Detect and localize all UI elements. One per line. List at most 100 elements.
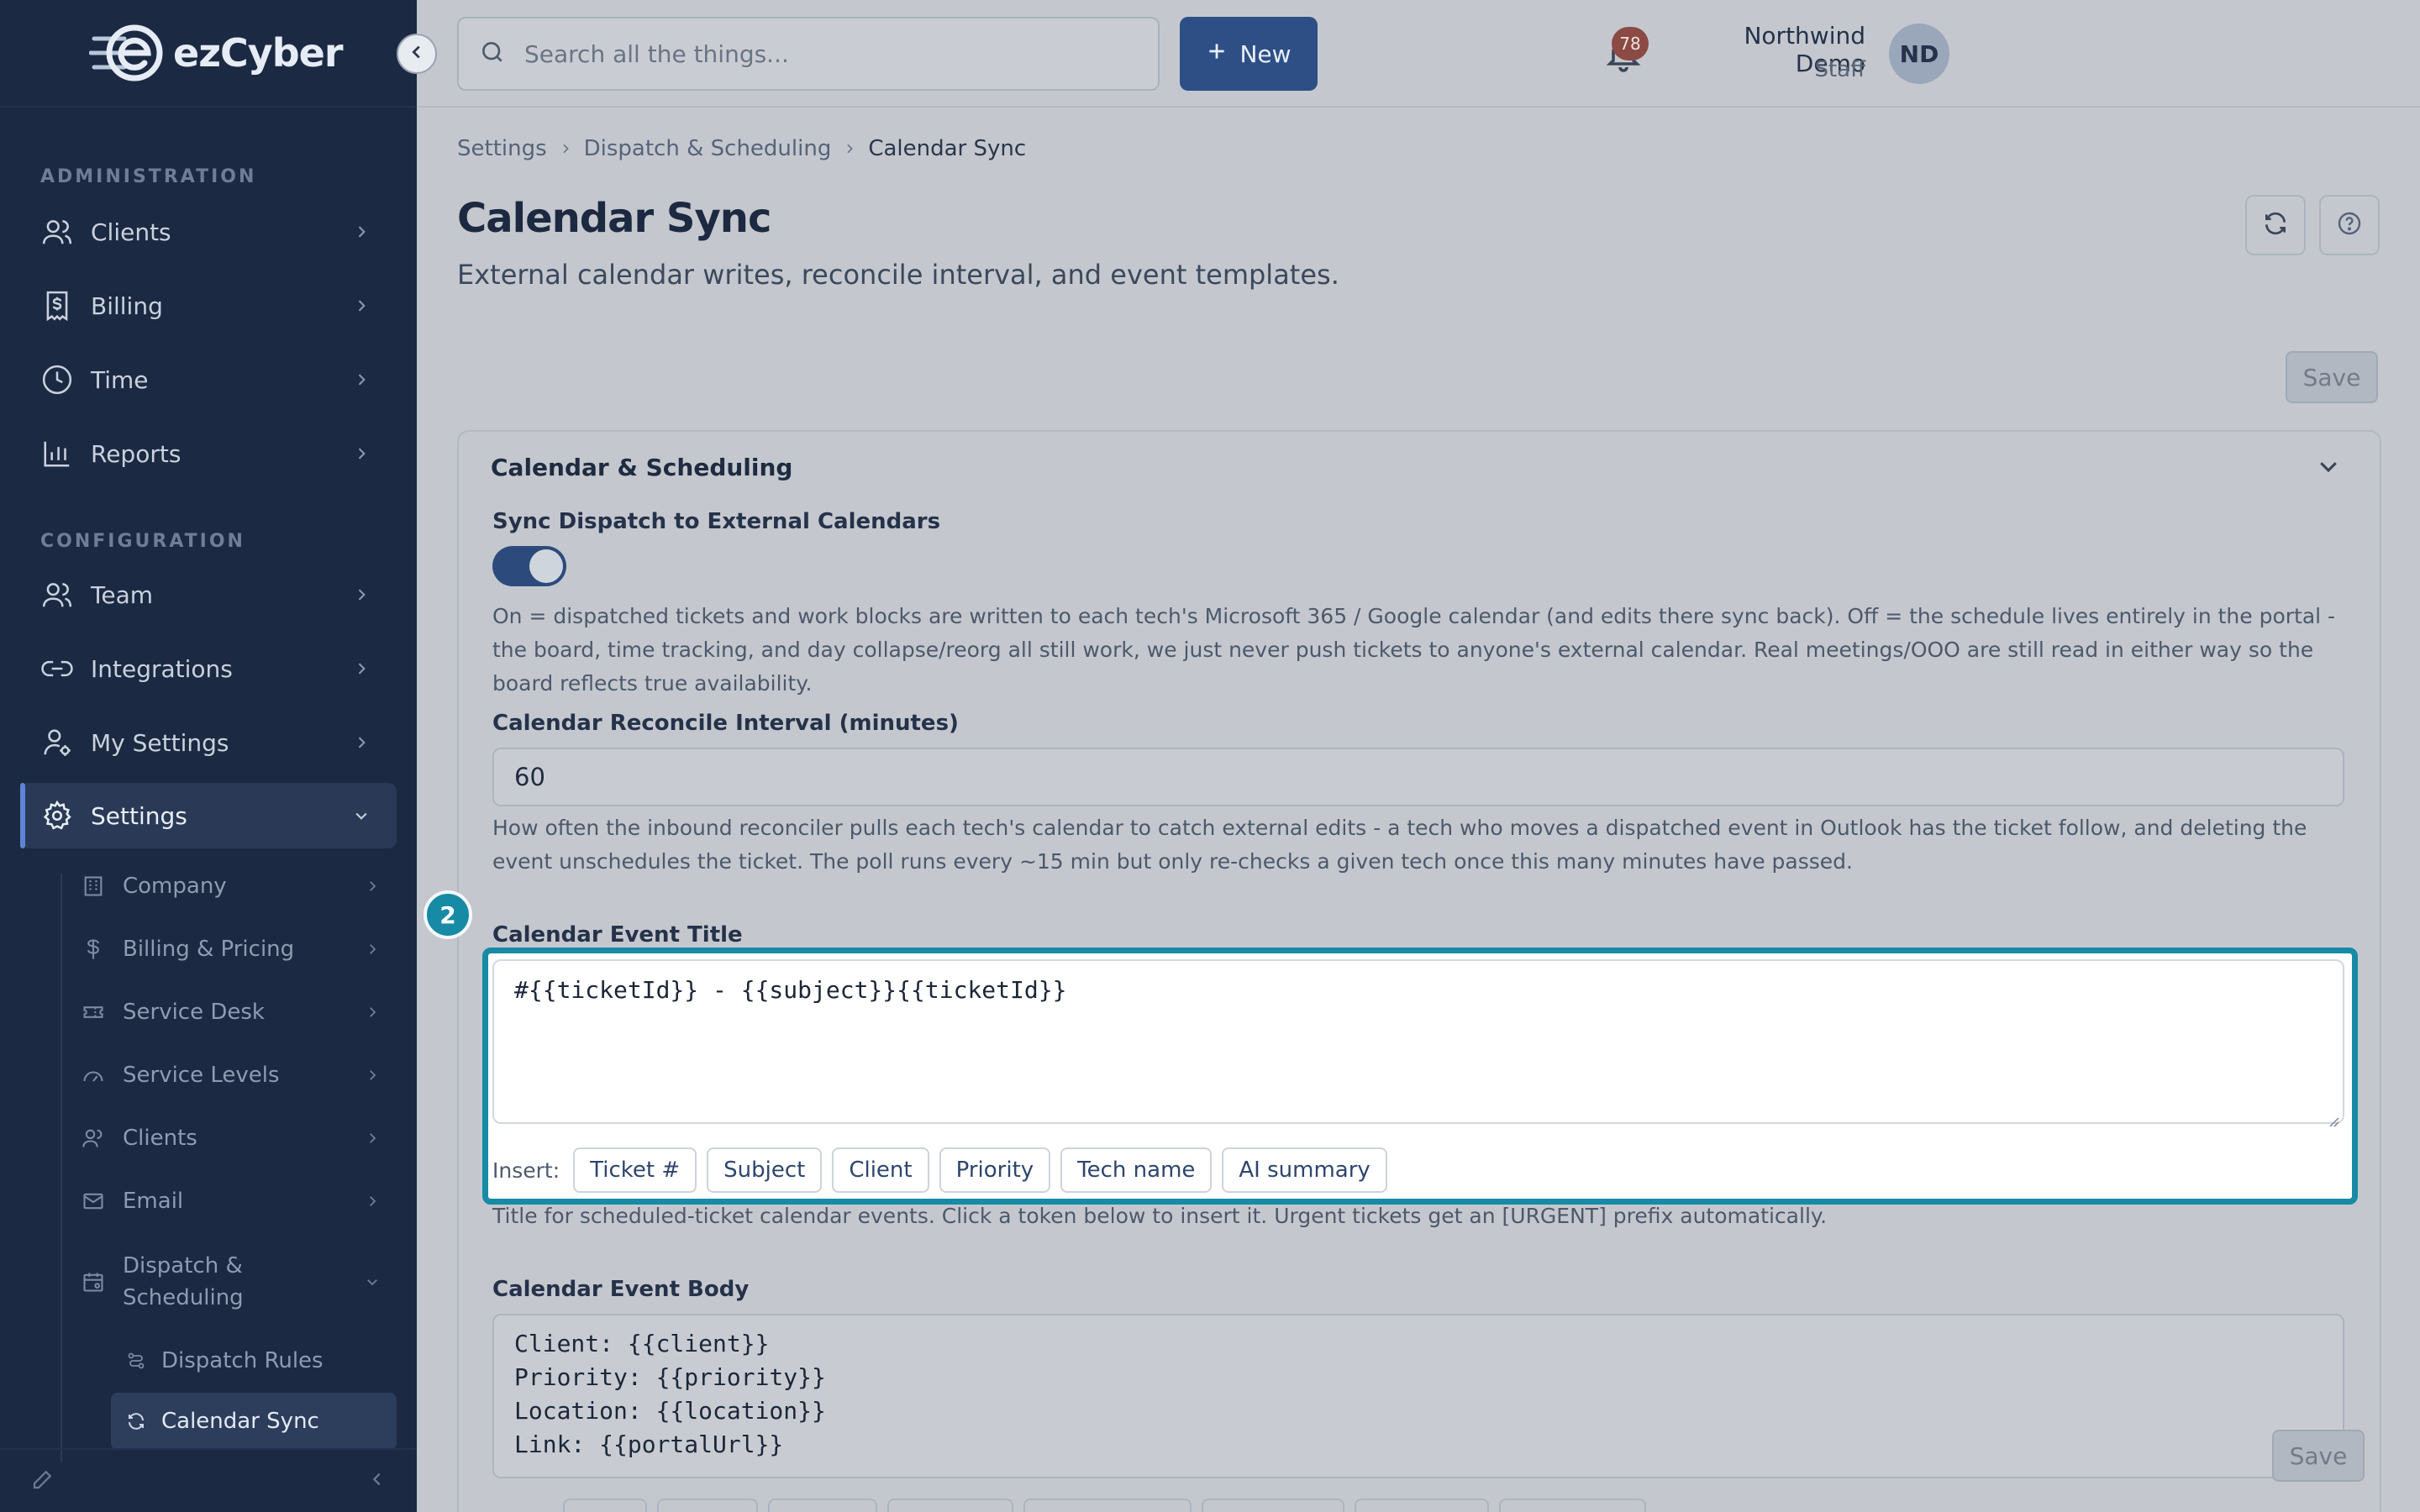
section-label-configuration: CONFIGURATION [40, 531, 245, 552]
chevron-down-icon [350, 804, 373, 827]
breadcrumb: Settings Dispatch & Scheduling Calendar … [457, 136, 1026, 161]
sidebar-item-reports[interactable]: Reports [20, 421, 397, 486]
reconcile-interval-input[interactable]: 60 [492, 748, 2344, 806]
sidebar-item-label: Clients [91, 218, 171, 246]
collapse-sidebar-icon[interactable] [368, 1470, 387, 1492]
sync-dispatch-help: On = dispatched tickets and work blocks … [492, 604, 2336, 696]
token-priority[interactable]: Priority [939, 1147, 1051, 1193]
sidebar-toggle-button[interactable] [397, 34, 437, 74]
sidebar-subitem-dispatch-scheduling[interactable]: Dispatch & Scheduling [60, 1247, 397, 1317]
token-chip[interactable] [1202, 1499, 1344, 1512]
sidebar-item-integrations[interactable]: Integrations [20, 636, 397, 701]
token-ticket-number[interactable]: Ticket # [573, 1147, 697, 1193]
chevron-right-icon [350, 368, 373, 391]
token-chip[interactable] [887, 1499, 1013, 1512]
chevron-right-icon [361, 875, 383, 897]
sidebar-item-time[interactable]: Time [20, 347, 397, 412]
token-chip[interactable] [657, 1499, 758, 1512]
chevron-right-icon [350, 731, 373, 754]
gauge-icon [81, 1063, 106, 1088]
logo-mark-icon [88, 22, 170, 84]
sidebar-subitem-email[interactable]: Email [60, 1172, 397, 1231]
token-chip[interactable] [1023, 1499, 1192, 1512]
chevron-right-icon [361, 1001, 383, 1023]
sidebar-item-team[interactable]: Team [20, 562, 397, 627]
chevron-left-icon [408, 43, 426, 65]
step-marker: 2 [424, 890, 472, 939]
save-button[interactable]: Save [2286, 351, 2378, 403]
edit-icon[interactable] [30, 1467, 55, 1495]
sidebar-subitem-company[interactable]: Company [60, 857, 397, 916]
sidebar-subitem-calendar-sync[interactable]: Calendar Sync [111, 1393, 397, 1450]
sync-dispatch-toggle[interactable] [492, 546, 566, 586]
chevron-right-icon [350, 220, 373, 244]
sidebar-item-label: Team [91, 580, 154, 609]
user-role: Staff [1814, 57, 1865, 82]
sidebar-item-label: Billing [91, 291, 163, 320]
sidebar-subitem-label: Company [123, 874, 227, 899]
refresh-button[interactable] [2245, 195, 2306, 255]
section-label-administration: ADMINISTRATION [40, 166, 257, 187]
billing-icon [40, 289, 74, 323]
search-input[interactable] [524, 39, 1113, 68]
token-chip[interactable] [563, 1499, 647, 1512]
event-body-label: Calendar Event Body [492, 1277, 750, 1302]
insert-label: Insert: [492, 1158, 560, 1183]
sidebar-subitem-service-desk[interactable]: Service Desk [60, 983, 397, 1042]
breadcrumb-current: Calendar Sync [868, 136, 1027, 161]
event-title-textarea[interactable]: #{{ticketId}} - {{subject}}{{ticketId}} [492, 959, 2344, 1127]
sidebar-subitem-dispatch-rules[interactable]: Dispatch Rules [111, 1332, 397, 1389]
help-button[interactable] [2319, 195, 2380, 255]
collapse-card-chevron-icon[interactable] [2316, 454, 2341, 479]
card-title: Calendar & Scheduling [491, 454, 793, 481]
calendar-icon [81, 1269, 106, 1294]
sync-icon [124, 1410, 148, 1433]
divider [0, 106, 417, 108]
sidebar-item-clients[interactable]: Clients [20, 199, 397, 265]
event-body-textarea[interactable]: Client: {{client}} Priority: {{priority}… [492, 1314, 2344, 1478]
chevron-right-icon [350, 657, 373, 680]
breadcrumb-dispatch-scheduling[interactable]: Dispatch & Scheduling [584, 136, 832, 161]
active-indicator [20, 783, 25, 848]
token-ai-summary[interactable]: AI summary [1222, 1147, 1387, 1193]
chevron-right-icon [361, 1064, 383, 1086]
new-button[interactable]: New [1180, 17, 1318, 91]
sidebar-subitem-billing-pricing[interactable]: Billing & Pricing [60, 920, 397, 979]
user-gear-icon [40, 726, 74, 759]
token-tech-name[interactable]: Tech name [1060, 1147, 1213, 1193]
sidebar-subitem-service-levels[interactable]: Service Levels [60, 1046, 397, 1105]
notification-count-badge: 78 [1612, 27, 1649, 60]
event-title-help: Title for scheduled-ticket calendar even… [492, 1204, 1828, 1228]
route-icon [124, 1349, 148, 1373]
sidebar-subitem-label: Service Desk [123, 1000, 265, 1025]
sync-dispatch-label: Sync Dispatch to External Calendars [492, 509, 941, 534]
sidebar-subitem-label: Dispatch & Scheduling [123, 1253, 244, 1310]
plus-icon [1206, 40, 1228, 68]
sidebar-subitem-clients[interactable]: Clients [60, 1109, 397, 1168]
sidebar-item-my-settings[interactable]: My Settings [20, 710, 397, 775]
token-client[interactable]: Client [832, 1147, 929, 1193]
resize-grip-icon[interactable] [2326, 1105, 2339, 1127]
team-icon [40, 578, 74, 612]
chevron-right-icon [361, 938, 383, 960]
event-body-token-row [563, 1499, 1646, 1512]
sidebar-item-settings[interactable]: Settings [20, 783, 397, 848]
breadcrumb-settings[interactable]: Settings [457, 136, 547, 161]
token-chip[interactable] [1499, 1499, 1646, 1512]
avatar[interactable]: ND [1889, 24, 1949, 84]
gear-icon [40, 799, 74, 832]
token-chip[interactable] [768, 1499, 877, 1512]
sidebar: ezCyber ADMINISTRATION Clients Billing T… [0, 0, 417, 1512]
floating-save-button[interactable]: Save [2272, 1430, 2365, 1482]
sidebar-subitem-label: Service Levels [123, 1063, 280, 1088]
event-title-label: Calendar Event Title [492, 922, 743, 948]
ticket-icon [81, 1000, 106, 1025]
ezcyber-logo[interactable]: ezCyber [88, 20, 344, 86]
search-box[interactable] [457, 17, 1160, 91]
token-insert-row: Insert: Ticket # Subject Client Priority… [492, 1147, 1387, 1193]
mail-icon [81, 1189, 106, 1214]
token-chip[interactable] [1355, 1499, 1489, 1512]
token-subject[interactable]: Subject [707, 1147, 823, 1193]
sidebar-item-billing[interactable]: Billing [20, 273, 397, 339]
chart-icon [40, 437, 74, 470]
